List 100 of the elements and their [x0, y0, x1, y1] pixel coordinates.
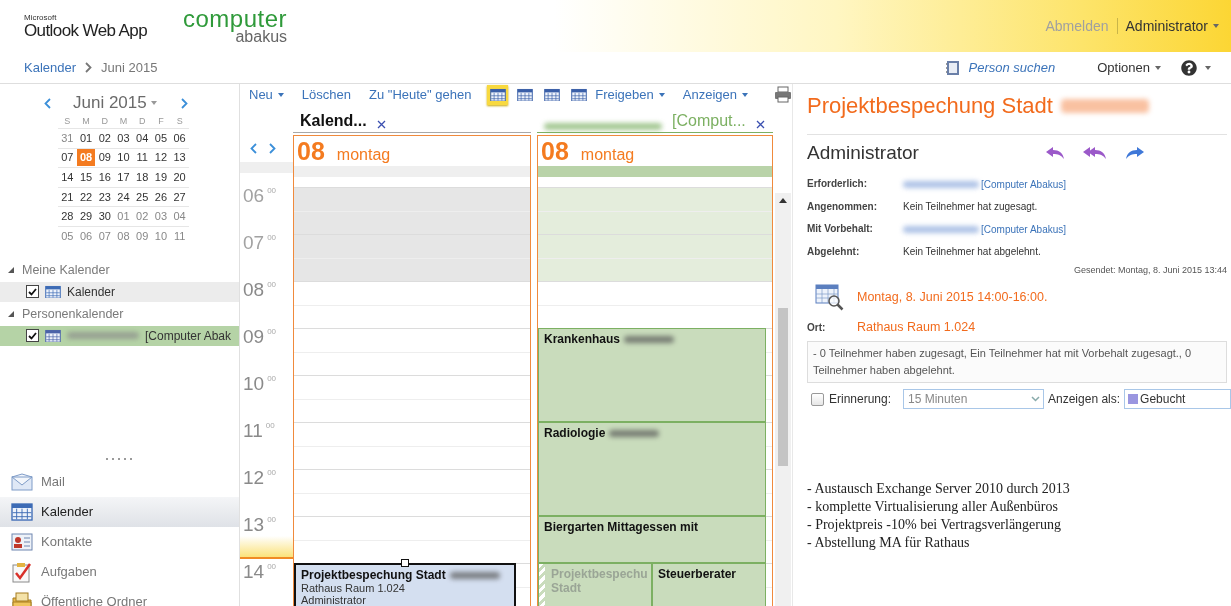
day-cell[interactable]: 09: [132, 227, 152, 245]
month-picker[interactable]: Juni 2015: [73, 93, 177, 113]
day-cell[interactable]: 09: [95, 149, 115, 167]
day-cell[interactable]: 06: [170, 129, 189, 147]
day-cell[interactable]: 11: [132, 149, 152, 167]
toolbar-link[interactable]: Löschen: [301, 87, 351, 102]
day-cell[interactable]: 27: [170, 188, 189, 206]
grip-icon[interactable]: [104, 457, 135, 461]
calendar-event[interactable]: Steuerberater: [652, 563, 766, 606]
calendar-event[interactable]: Radiologie: [538, 422, 766, 516]
close-button[interactable]: [755, 120, 765, 129]
attendee-label: Mit Vorbehalt:: [807, 222, 874, 236]
calendar-item[interactable]: [Computer Abak: [0, 325, 239, 346]
day-cell[interactable]: 04: [170, 208, 189, 226]
previous-day-button[interactable]: [250, 143, 257, 154]
day-cell[interactable]: 28: [58, 208, 77, 226]
breadcrumb-link[interactable]: Kalender: [24, 60, 77, 75]
day-cell[interactable]: 05: [151, 129, 171, 147]
day-cell[interactable]: 23: [95, 188, 115, 206]
calendar-event[interactable]: Projektbespechung Stadt Rathaus Raum 1.024 Administrator: [294, 563, 516, 606]
calendar-tab[interactable]: Kalend...: [300, 112, 367, 130]
day-cell[interactable]: 16: [95, 169, 115, 186]
toolbar-menu[interactable]: Neu: [249, 87, 284, 102]
envelope-icon: [11, 472, 33, 491]
attendee-link[interactable]: [Computer Abakus]: [981, 178, 1067, 190]
day-cell[interactable]: 18: [132, 169, 152, 186]
day-cell[interactable]: 20: [170, 169, 189, 186]
next-month-button[interactable]: [181, 97, 188, 109]
body-text: - Austausch Exchange Server 2010 durch 2013: [807, 480, 1071, 498]
day-cell[interactable]: 10: [151, 227, 171, 245]
expanded-triangle-icon[interactable]: [8, 310, 14, 317]
calendar-event[interactable]: Krankenhaus: [538, 328, 766, 422]
close-button[interactable]: [376, 120, 386, 129]
forward-button[interactable]: [1125, 146, 1145, 160]
user-menu[interactable]: Administrator: [1117, 18, 1219, 34]
resize-handle[interactable]: [401, 559, 409, 567]
day-header: 08 montag: [540, 136, 636, 166]
day-cell[interactable]: 14: [58, 169, 77, 186]
options-menu[interactable]: Optionen: [1097, 60, 1161, 75]
reply-all-button[interactable]: [1083, 146, 1107, 160]
attendee-link[interactable]: [Computer Abakus]: [981, 223, 1067, 235]
day-cell[interactable]: 13: [170, 149, 189, 167]
day-cell[interactable]: 29: [76, 208, 96, 226]
day-cell[interactable]: 10: [114, 149, 133, 167]
navigation-item[interactable]: Aufgaben: [0, 556, 239, 587]
day-cell[interactable]: 26: [151, 188, 171, 206]
day-cell[interactable]: 25: [132, 188, 152, 206]
day-cell[interactable]: 11: [170, 227, 189, 245]
navigation-item[interactable]: Kalender: [0, 496, 239, 527]
scroll-up-icon[interactable]: [779, 198, 787, 203]
expanded-triangle-icon[interactable]: [8, 266, 14, 273]
calendar-view-icon: [570, 87, 587, 102]
day-cell[interactable]: 03: [114, 129, 133, 147]
previous-month-button[interactable]: [44, 97, 51, 109]
toolbar-menu[interactable]: Freigeben: [595, 87, 665, 102]
caret-icon: [658, 92, 665, 97]
day-cell[interactable]: 21: [58, 188, 77, 206]
day-cell[interactable]: 01: [76, 129, 96, 147]
toolbar-menu[interactable]: Anzeigen: [682, 87, 748, 102]
event-title: Biergarten Mittagessen mit: [544, 520, 699, 534]
navigation-item[interactable]: Kontakte: [0, 526, 239, 557]
day-cell[interactable]: 07: [95, 227, 115, 245]
checkbox[interactable]: [26, 329, 39, 343]
reply-button[interactable]: [1045, 146, 1065, 160]
day-cell[interactable]: 03: [151, 208, 171, 226]
weekday-label: S: [63, 116, 72, 126]
scrollbar-thumb[interactable]: [778, 308, 788, 466]
toolbar-link[interactable]: Zu "Heute" gehen: [369, 87, 472, 102]
day-cell[interactable]: 15: [76, 169, 96, 186]
show-as-select[interactable]: Gebucht: [1124, 389, 1231, 409]
person-search-link[interactable]: Person suchen: [968, 60, 1056, 75]
calendar-event[interactable]: Biergarten Mittagessen mit: [538, 516, 766, 563]
event-title: Projektbespechung Stadt: [301, 568, 446, 582]
view-button[interactable]: [487, 84, 509, 105]
calendar-item[interactable]: Kalender: [0, 281, 239, 302]
day-cell[interactable]: 24: [114, 188, 133, 206]
scrollbar[interactable]: [775, 193, 791, 606]
day-cell[interactable]: 02: [132, 208, 152, 226]
day-cell[interactable]: 22: [76, 188, 96, 206]
day-cell[interactable]: 19: [151, 169, 171, 186]
day-cell[interactable]: 12: [151, 149, 171, 167]
day-cell[interactable]: 01: [114, 208, 133, 226]
event-title: Steuerberater: [658, 567, 737, 581]
day-cell[interactable]: 07: [58, 149, 77, 167]
day-cell[interactable]: 31: [58, 129, 77, 147]
product-logo: Outlook Web App: [24, 21, 147, 39]
next-day-button[interactable]: [269, 143, 276, 154]
day-cell[interactable]: 30: [95, 208, 115, 226]
print-button[interactable]: [774, 86, 792, 103]
day-cell[interactable]: 06: [76, 227, 96, 245]
day-cell[interactable]: 17: [114, 169, 133, 186]
navigation-item[interactable]: Mail: [0, 466, 239, 497]
day-cell[interactable]: 04: [132, 129, 152, 147]
help-icon[interactable]: [1181, 59, 1197, 76]
checkbox[interactable]: [26, 285, 39, 299]
day-cell[interactable]: 05: [58, 227, 77, 245]
reply-icon: [1045, 146, 1065, 160]
day-cell[interactable]: 08: [114, 227, 133, 245]
day-cell[interactable]: 02: [95, 129, 115, 147]
navigation-item[interactable]: Öffentliche Ordner: [0, 586, 239, 606]
